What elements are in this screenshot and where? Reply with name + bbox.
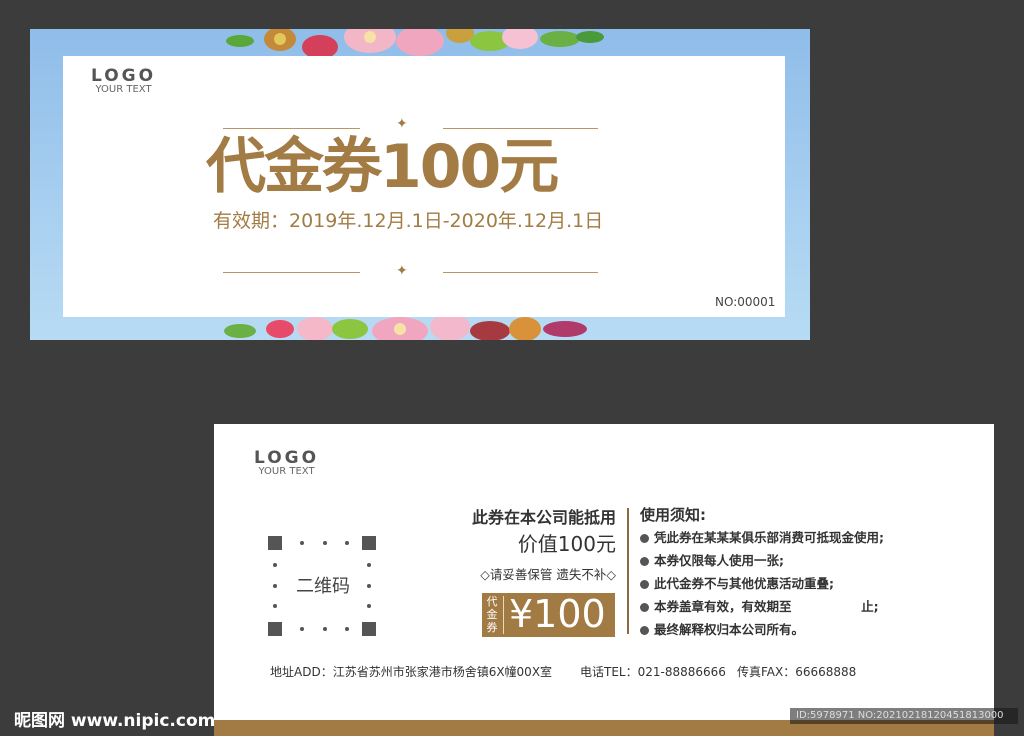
logo-subtext: YOUR TEXT [95,84,152,95]
rule-item: 本券盖章有效，有效期至 止; [640,595,940,618]
logo-text: LOGO [254,448,320,468]
bullet-icon [640,580,649,589]
qr-corner [268,622,282,636]
rule-item: 本券仅限每人使用一张; [640,549,940,572]
bullet-icon [640,557,649,566]
voucher-back: LOGO YOUR TEXT 二维码 此券在本公司能抵用 价值100元 ◇请妥善… [214,424,994,736]
rules-list: 凭此券在某某某俱乐部消费可抵现金使用; 本券仅限每人使用一张; 此代金券不与其他… [640,526,940,641]
back-logo: LOGO YOUR TEXT [254,448,319,477]
qr-code-placeholder: 二维码 [268,536,378,636]
qr-corner [362,622,376,636]
star-icon: ✦ [396,263,408,279]
rule-item: 凭此券在某某某俱乐部消费可抵现金使用; [640,526,940,549]
voucher-title: 代金券100元 [206,132,559,202]
logo-text: LOGO [91,66,157,86]
rule-item: 最终解释权归本公司所有。 [640,618,940,641]
divider-line [223,128,360,129]
offer-line-1: 此券在本公司能抵用 [471,508,616,527]
price-badge: 代金券 ¥100 [482,592,615,637]
flower-decoration-top [226,29,604,57]
flower-decoration-bottom [224,315,587,340]
badge-small-label: 代金券 [486,595,498,634]
vertical-divider [627,508,629,634]
front-panel: LOGO YOUR TEXT ✦ ✦ 代金券100元 有效期：2019年.12月… [63,56,785,317]
voucher-front: LOGO YOUR TEXT ✦ ✦ 代金券100元 有效期：2019年.12月… [30,29,810,340]
rule-item: 此代金券不与其他优惠活动重叠; [640,572,940,595]
bullet-icon [640,534,649,543]
offer-line-2: 价值100元 [517,532,616,556]
qr-corner [362,536,376,550]
divider-line [223,272,360,273]
rules-title: 使用须知: [640,506,706,524]
fax: 传真FAX：66668888 [737,665,857,679]
divider-line [443,272,598,273]
logo-subtext: YOUR TEXT [258,466,315,477]
site-watermark: 昵图网 www.nipic.com [14,711,216,731]
qr-label: 二维码 [296,576,350,597]
image-id-watermark: ID:5978971 NO:20210218120451813000 [790,708,1018,724]
front-logo: LOGO YOUR TEXT [91,66,156,95]
divider-line [443,128,598,129]
bullet-icon [640,626,649,635]
badge-price: ¥100 [509,592,606,636]
keep-note: ◇请妥善保管 遗失不补◇ [480,567,616,582]
validity-period: 有效期：2019年.12月.1日-2020年.12月.1日 [213,210,604,232]
phone: 电话TEL：021-88886666 [580,665,726,679]
address: 地址ADD：江苏省苏州市张家港市杨舍镇6X幢00X室 [270,665,553,679]
star-icon: ✦ [396,116,408,132]
serial-number: NO:00001 [715,295,776,309]
bullet-icon [640,603,649,612]
qr-corner [268,536,282,550]
